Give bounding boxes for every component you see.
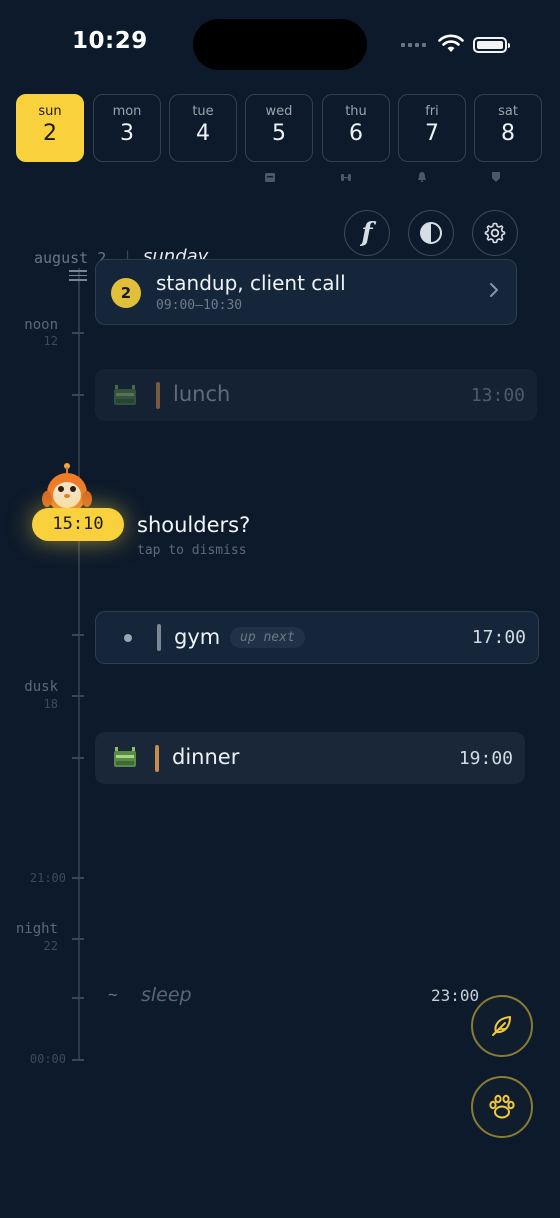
tilde-icon: ~ bbox=[108, 985, 118, 1004]
event-count-badge: 2 bbox=[111, 278, 141, 308]
chevron-right-icon bbox=[488, 280, 500, 304]
gear-icon bbox=[484, 222, 506, 244]
journal-button[interactable] bbox=[471, 995, 533, 1057]
day-sat[interactable]: sat 8 bbox=[474, 94, 542, 162]
day-number: 2 bbox=[43, 121, 57, 146]
day-name: thu bbox=[345, 104, 367, 119]
category-bar bbox=[156, 382, 160, 409]
event-title: gym bbox=[174, 625, 221, 649]
summary-card[interactable]: 2 standup, client call 09:00–10:30 bbox=[95, 259, 517, 325]
day-sun[interactable]: sun 2 bbox=[16, 94, 84, 162]
formula-button[interactable]: f bbox=[344, 210, 390, 256]
dumbbell-icon bbox=[339, 171, 353, 186]
event-time: 13:00 bbox=[470, 385, 525, 406]
event-title: lunch bbox=[173, 382, 231, 406]
day-number: 4 bbox=[196, 121, 210, 146]
day-name: sat bbox=[498, 104, 518, 119]
day-name: tue bbox=[192, 104, 214, 119]
day-wed[interactable]: wed 5 bbox=[245, 94, 313, 162]
day-number: 7 bbox=[425, 121, 439, 146]
signal-icon bbox=[401, 43, 426, 47]
lunchbox-icon bbox=[113, 745, 137, 773]
axis-label-dusk: dusk bbox=[24, 679, 58, 695]
axis-label-noon: noon bbox=[24, 317, 58, 333]
axis-tick bbox=[72, 394, 84, 396]
day-fri[interactable]: fri 7 bbox=[398, 94, 466, 162]
theme-toggle-button[interactable] bbox=[408, 210, 454, 256]
day-name: fri bbox=[425, 104, 439, 119]
event-sleep-title[interactable]: sleep bbox=[141, 984, 192, 1006]
event-sleep-time: 23:00 bbox=[431, 986, 480, 1005]
axis-tick bbox=[72, 1059, 84, 1061]
dynamic-island bbox=[193, 19, 367, 70]
pin-icon bbox=[489, 171, 503, 186]
day-name: mon bbox=[112, 104, 142, 119]
day-thu[interactable]: thu 6 bbox=[322, 94, 390, 162]
day-number: 5 bbox=[272, 121, 286, 146]
bell-icon bbox=[415, 171, 429, 186]
axis-tick bbox=[72, 757, 84, 759]
axis-tick bbox=[72, 938, 84, 940]
settings-button[interactable] bbox=[472, 210, 518, 256]
summary-time: 09:00–10:30 bbox=[156, 298, 243, 313]
summary-title: standup, client call bbox=[156, 271, 346, 295]
now-time-pill: 15:10 bbox=[32, 508, 124, 541]
day-tue[interactable]: tue 4 bbox=[169, 94, 237, 162]
wifi-icon bbox=[438, 34, 464, 58]
category-bar bbox=[157, 624, 161, 651]
axis-tick bbox=[72, 695, 84, 697]
menu-icon[interactable] bbox=[69, 270, 87, 281]
dismiss-hint[interactable]: tap to dismiss bbox=[137, 543, 247, 558]
axis-label-2100: 21:00 bbox=[29, 871, 66, 885]
day-number: 8 bbox=[501, 121, 515, 146]
axis-tick bbox=[72, 332, 84, 334]
axis-label-night: night bbox=[15, 921, 58, 937]
lunchbox-icon bbox=[263, 171, 277, 186]
axis-tick bbox=[72, 877, 84, 879]
lunchbox-icon bbox=[113, 383, 137, 411]
nudge-prompt[interactable]: shoulders? bbox=[137, 513, 250, 537]
day-name: sun bbox=[38, 104, 62, 119]
dot-icon bbox=[124, 634, 132, 642]
category-bar bbox=[155, 745, 159, 772]
axis-sub-night: 22 bbox=[43, 939, 58, 953]
axis-sub-dusk: 18 bbox=[43, 697, 58, 711]
axis-sub-noon: 12 bbox=[43, 334, 58, 348]
axis-tick bbox=[72, 997, 84, 999]
day-number: 6 bbox=[349, 121, 363, 146]
battery-icon bbox=[473, 37, 510, 53]
event-title: dinner bbox=[172, 745, 240, 769]
pet-button[interactable] bbox=[471, 1076, 533, 1138]
timeline-axis bbox=[78, 268, 80, 1060]
day-name: wed bbox=[265, 104, 293, 119]
event-time: 19:00 bbox=[458, 748, 513, 769]
status-time: 10:29 bbox=[72, 28, 148, 54]
paw-icon bbox=[489, 1094, 515, 1119]
event-gym[interactable]: gym up next 17:00 bbox=[95, 611, 539, 664]
axis-label-0000: 00:00 bbox=[29, 1052, 66, 1066]
feather-icon bbox=[492, 1016, 511, 1036]
event-time: 17:00 bbox=[471, 627, 526, 648]
event-lunch[interactable]: lunch 13:00 bbox=[95, 369, 537, 421]
axis-tick bbox=[72, 634, 84, 636]
day-number: 3 bbox=[120, 121, 134, 146]
event-dinner[interactable]: dinner 19:00 bbox=[95, 732, 525, 784]
contrast-icon bbox=[420, 222, 442, 244]
formula-icon: f bbox=[361, 218, 373, 248]
up-next-badge: up next bbox=[230, 627, 305, 648]
day-mon[interactable]: mon 3 bbox=[93, 94, 161, 162]
